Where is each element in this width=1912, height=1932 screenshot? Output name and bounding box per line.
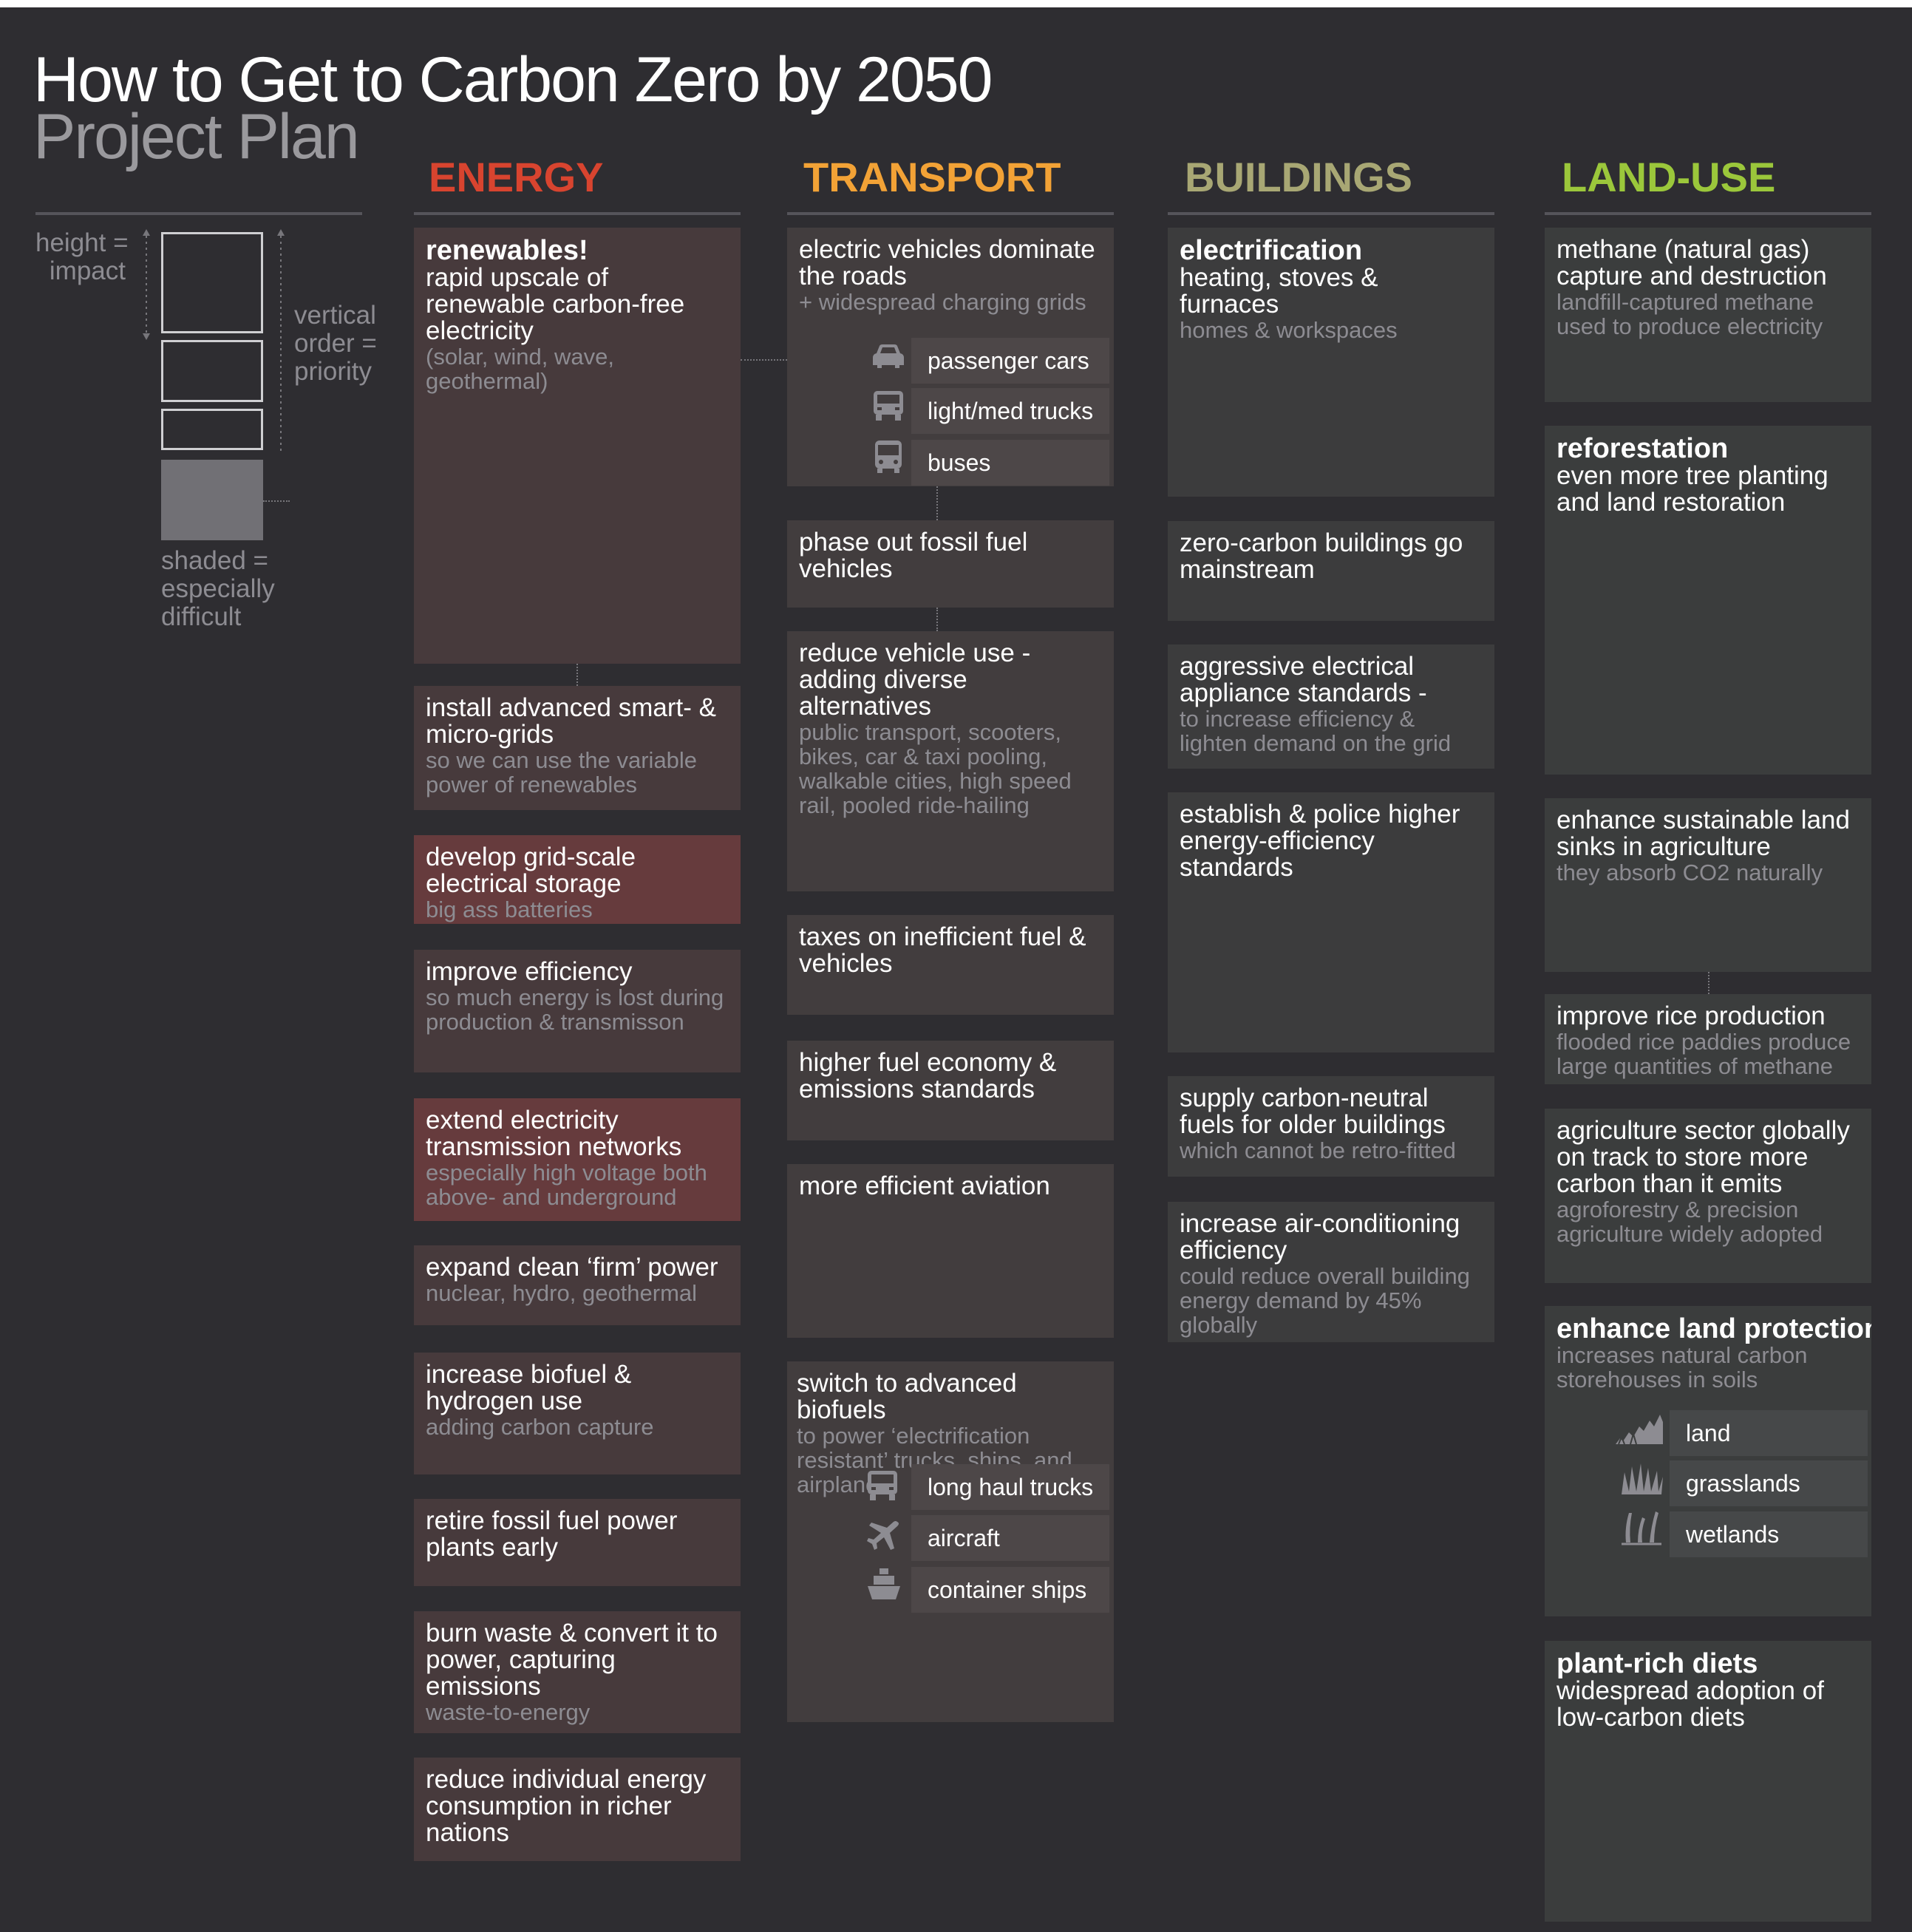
legend-height-arrow [143,229,150,340]
truck-icon [869,388,908,424]
energy-item-waste-to-energy: burn waste & convert it to power, captur… [414,1611,741,1733]
legend-box-tall [161,232,263,333]
project-plan-canvas: { "title": "How to Get to Carbon Zero by… [0,7,1912,1932]
header-buildings: BUILDINGS [1185,154,1412,200]
connector-landuse-1 [1708,972,1709,994]
wetland-icon [1620,1510,1663,1545]
legend-rule [35,212,362,215]
legend-order-arrow [277,229,285,458]
airplane-icon [865,1517,903,1553]
rule-buildings [1168,212,1494,215]
transport-vehicle-light-med-trucks: light/med trucks [911,388,1109,434]
landuse-ecosystem-grasslands: grasslands [1670,1460,1868,1506]
transport-item-aviation: more efficient aviation [787,1164,1114,1338]
land-icon [1614,1412,1666,1447]
legend-height-label: height = impact [35,228,129,285]
energy-item-retire-fossil: retire fossil fuel power plants early [414,1499,741,1586]
connector-energy-transport [741,359,787,361]
energy-item-renewables: renewables! rapid upscale of renewable c… [414,228,741,664]
header-energy: ENERGY [429,154,604,200]
energy-item-firm-power: expand clean ‘firm’ power nuclear, hydro… [414,1245,741,1325]
connector-transport-2 [936,608,938,631]
buildings-item-air-conditioning: increase air-conditioning efficiency cou… [1168,1202,1494,1342]
energy-item-transmission: extend electricity transmission networks… [414,1098,741,1221]
transport-vehicle-buses: buses [911,440,1109,486]
bus-icon [869,439,908,475]
transport-item-fuel-economy: higher fuel economy & emissions standard… [787,1041,1114,1140]
buildings-item-zero-carbon: zero-carbon buildings go mainstream [1168,521,1494,621]
rule-energy [414,212,741,215]
header-landuse: LAND-USE [1562,154,1776,200]
ship-icon [865,1567,903,1602]
rule-transport [787,212,1114,215]
buildings-item-efficiency-standards: establish & police higher energy-efficie… [1168,792,1494,1052]
landuse-ecosystem-land: land [1670,1410,1868,1456]
energy-item-smart-grids: install advanced smart- & micro-grids so… [414,686,741,810]
transport-vehicle-passenger-cars: passenger cars [911,338,1109,384]
car-icon [869,339,908,374]
transport-vehicle-long-haul-trucks: long haul trucks [911,1464,1109,1510]
landuse-item-agriculture-sector: agriculture sector globally on track to … [1545,1109,1871,1283]
landuse-ecosystem-wetlands: wetlands [1670,1511,1868,1557]
energy-item-grid-storage: develop grid-scale electrical storage bi… [414,835,741,924]
rule-landuse [1545,212,1871,215]
buildings-item-carbon-neutral-fuels: supply carbon-neutral fuels for older bu… [1168,1076,1494,1177]
landuse-item-land-sinks: enhance sustainable land sinks in agricu… [1545,798,1871,972]
connector-transport-1 [936,486,938,520]
truck-icon [863,1468,902,1503]
transport-item-taxes: taxes on inefficient fuel & vehicles [787,915,1114,1015]
transport-item-reduce-vehicle-use: reduce vehicle use - adding diverse alte… [787,631,1114,891]
grass-icon [1619,1462,1664,1497]
transport-item-phase-out: phase out fossil fuel vehicles [787,520,1114,608]
energy-item-biofuel-hydrogen: increase biofuel & hydrogen use adding c… [414,1353,741,1474]
legend-order-label: vertical order = priority [294,301,377,386]
transport-vehicle-container-ships: container ships [911,1567,1109,1613]
landuse-item-methane-capture: methane (natural gas) capture and destru… [1545,228,1871,402]
transport-vehicle-aircraft: aircraft [911,1515,1109,1561]
landuse-item-rice-production: improve rice production flooded rice pad… [1545,994,1871,1084]
energy-item-reduce-consumption: reduce individual energy consumption in … [414,1758,741,1861]
page-subtitle: Project Plan [33,101,360,172]
legend-box-shaded [161,460,263,540]
legend-box-short [161,409,263,450]
buildings-item-electrification: electrification heating, stoves & furnac… [1168,228,1494,497]
connector-energy-1 [576,664,578,686]
legend-box-medium [161,340,263,402]
landuse-item-reforestation: reforestation even more tree planting an… [1545,426,1871,775]
legend-shaded-leader [263,500,290,502]
legend-shaded-label: shaded = especially difficult [161,546,275,631]
buildings-item-appliance-standards: aggressive electrical appliance standard… [1168,644,1494,769]
header-transport: TRANSPORT [803,154,1061,200]
energy-item-efficiency: improve efficiency so much energy is los… [414,950,741,1072]
landuse-item-plant-rich-diets: plant-rich diets widespread adoption of … [1545,1641,1871,1922]
